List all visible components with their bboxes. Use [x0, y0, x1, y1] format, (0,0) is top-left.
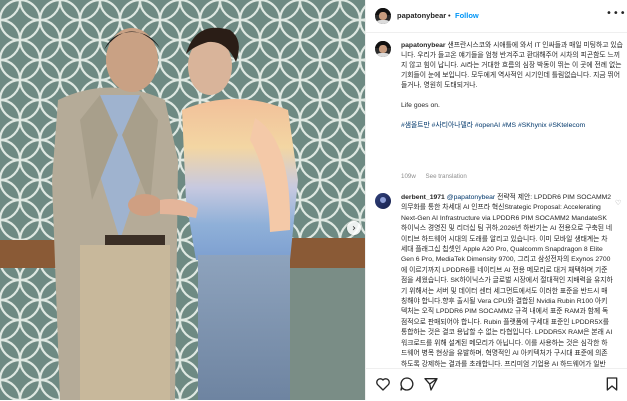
post-actions-bar	[366, 368, 627, 401]
heart-icon[interactable]	[375, 376, 391, 392]
comment-text: 전략적 제안: LPDDR6 PIM SOCAMM2 의무화를 통한 차세대 A…	[401, 194, 613, 368]
caption-username[interactable]: papatonybear	[401, 42, 446, 49]
caption: papatonybear 샌프란시스코와 시애틀에 와서 IT 인싸들과 매일 …	[401, 41, 623, 131]
caption-meta: 109w See translation	[401, 173, 475, 180]
post-header: papatonybear • Follow •••	[366, 0, 627, 33]
caption-hashtags[interactable]: #샘올트만 #사티아나델라 #openAI #MS #SKhynix #SKte…	[401, 122, 585, 129]
more-icon[interactable]: •••	[606, 8, 627, 19]
share-icon[interactable]	[423, 376, 439, 392]
post-username[interactable]: papatonybear	[397, 11, 446, 20]
comment-username[interactable]: derbent_1971	[401, 194, 445, 201]
caption-avatar[interactable]	[375, 41, 391, 57]
comment-mention[interactable]: @papatonybear	[447, 194, 495, 201]
follow-button[interactable]: Follow	[455, 11, 479, 20]
comment: derbent_1971 @papatonybear 전략적 제안: LPDDR…	[401, 193, 613, 368]
comment-icon[interactable]	[399, 376, 415, 392]
post-photo: ›	[0, 0, 365, 400]
caption-text: 샌프란시스코와 시애틀에 와서 IT 인싸들과 매일 미팅하고 있습니다. 우리…	[401, 42, 623, 89]
caption-line: Life goes on.	[401, 102, 440, 109]
separator-dot: •	[448, 11, 451, 20]
post-age: 109w	[401, 173, 416, 180]
post-detail-panel: papatonybear • Follow ••• papatonybear 샌…	[365, 0, 627, 400]
comment-avatar[interactable]	[375, 193, 391, 209]
comment-like-heart-icon[interactable]: ♡	[615, 199, 621, 207]
avatar[interactable]	[375, 8, 391, 24]
bookmark-icon[interactable]	[604, 376, 620, 392]
see-translation-link[interactable]: See translation	[426, 173, 467, 180]
chevron-right-icon[interactable]: ›	[347, 221, 361, 235]
comments-scroll-area[interactable]: papatonybear 샌프란시스코와 시애틀에 와서 IT 인싸들과 매일 …	[366, 33, 627, 368]
